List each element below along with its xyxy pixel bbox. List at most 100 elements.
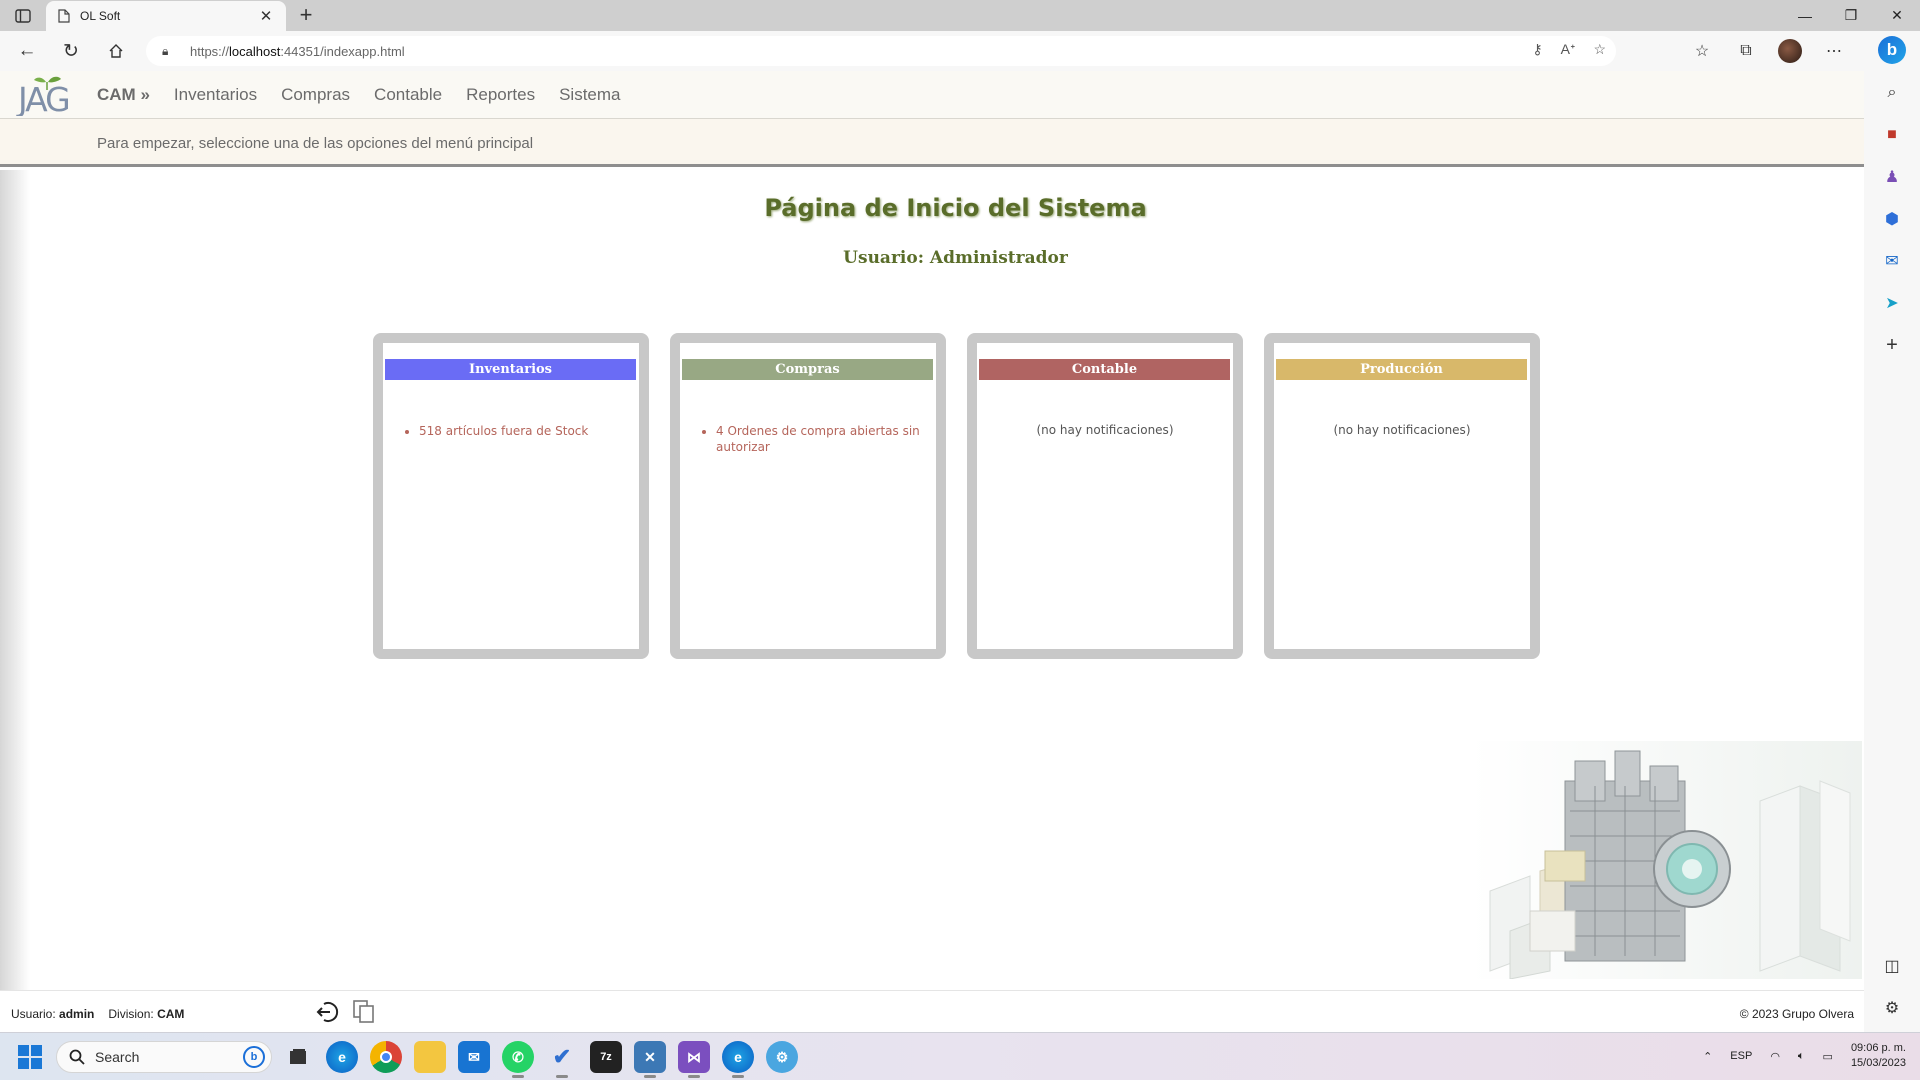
chevron-up-icon[interactable]: ⌃ bbox=[1703, 1050, 1712, 1063]
close-window-icon[interactable]: ✕ bbox=[1874, 0, 1920, 31]
new-tab-icon[interactable]: + bbox=[294, 4, 318, 28]
tools-icon[interactable]: ■ bbox=[1880, 123, 1904, 147]
page-viewport: JAG CAM » Inventarios Compras Contable R… bbox=[0, 71, 1864, 1032]
edge-icon[interactable]: e bbox=[326, 1041, 358, 1073]
bing-chat-icon[interactable]: b bbox=[1878, 36, 1906, 64]
no-notifications-text: (no hay notificaciones) bbox=[1036, 423, 1174, 437]
browser-toolbar: ☆ ⧉ ⋯ bbox=[1690, 39, 1846, 63]
menu-item-inventarios[interactable]: Inventarios bbox=[174, 85, 257, 105]
back-icon[interactable]: ← bbox=[14, 39, 40, 63]
url-host: localhost bbox=[229, 43, 281, 59]
card-header: Inventarios bbox=[385, 359, 636, 380]
restore-icon[interactable]: ❐ bbox=[1828, 0, 1874, 31]
menu-item-sistema[interactable]: Sistema bbox=[559, 85, 620, 105]
copyright: © 2023 Grupo Olvera bbox=[1739, 1007, 1854, 1021]
read-aloud-icon[interactable]: Aᐩ bbox=[1561, 41, 1576, 58]
notification-item[interactable]: 4 Ordenes de compra abiertas sin autoriz… bbox=[716, 423, 924, 455]
language-indicator[interactable]: ESP bbox=[1730, 1050, 1752, 1062]
no-notifications-text: (no hay notificaciones) bbox=[1333, 423, 1471, 437]
edge-sidebar: b ⌕ ■ ♟ ⬢ ✉ ➤ + ◫ ⚙ bbox=[1864, 31, 1920, 1032]
file-explorer-icon[interactable] bbox=[414, 1041, 446, 1073]
volume-icon[interactable]: 🔈︎ bbox=[1798, 1050, 1805, 1063]
menu-item-compras[interactable]: Compras bbox=[281, 85, 350, 105]
lock-icon[interactable]: 🔒︎ bbox=[162, 44, 176, 59]
url-bar[interactable]: 🔒︎ https://localhost:44351/indexapp.html… bbox=[146, 36, 1616, 66]
card-notifications: 4 Ordenes de compra abiertas sin autoriz… bbox=[680, 423, 936, 455]
chrome-icon[interactable] bbox=[370, 1041, 402, 1073]
status-left: Usuario: admin Division: CAM bbox=[11, 1007, 184, 1021]
card-header: Compras bbox=[682, 359, 933, 380]
search-icon bbox=[69, 1049, 85, 1065]
home-icon[interactable] bbox=[103, 39, 129, 63]
hide-sidebar-icon[interactable]: ◫ bbox=[1880, 954, 1904, 978]
app-header: JAG CAM » Inventarios Compras Contable R… bbox=[0, 71, 1864, 119]
copy-icon[interactable] bbox=[353, 1000, 375, 1024]
url-path: :44351/indexapp.html bbox=[280, 43, 405, 59]
7zip-icon[interactable]: 7z bbox=[590, 1041, 622, 1073]
network-app-icon[interactable]: ⚙ bbox=[766, 1041, 798, 1073]
minimize-icon[interactable]: — bbox=[1782, 0, 1828, 31]
user-label: Usuario: bbox=[11, 1007, 56, 1021]
add-favorite-icon[interactable]: ☆ bbox=[1593, 41, 1606, 58]
close-tab-icon[interactable]: ✕ bbox=[258, 7, 274, 25]
wifi-icon[interactable]: ◠ bbox=[1770, 1050, 1780, 1063]
tab-actions-icon[interactable] bbox=[12, 6, 34, 26]
visual-studio-icon[interactable]: ⋈ bbox=[678, 1041, 710, 1078]
clock-time: 09:06 p. m. bbox=[1850, 1042, 1906, 1054]
profile-avatar[interactable] bbox=[1778, 39, 1802, 63]
favorites-icon[interactable]: ☆ bbox=[1690, 39, 1714, 63]
battery-icon[interactable]: ▭ bbox=[1823, 1050, 1833, 1063]
logout-icon[interactable] bbox=[315, 1000, 339, 1024]
refresh-icon[interactable]: ↻ bbox=[58, 39, 84, 63]
add-sidebar-app-icon[interactable]: + bbox=[1880, 333, 1904, 357]
more-options-icon[interactable]: ⋯ bbox=[1822, 39, 1846, 63]
page-user: Usuario: Administrador bbox=[843, 248, 1068, 268]
page-title: Página de Inicio del Sistema bbox=[764, 194, 1147, 222]
games-icon[interactable]: ♟ bbox=[1880, 165, 1904, 189]
subheader-text: Para empezar, seleccione una de las opci… bbox=[97, 135, 534, 152]
clock-date: 15/03/2023 bbox=[1850, 1057, 1906, 1069]
notification-item[interactable]: 518 artículos fuera de Stock bbox=[419, 423, 627, 439]
start-icon[interactable] bbox=[18, 1045, 42, 1069]
key-icon[interactable]: ⚷ bbox=[1532, 41, 1542, 58]
office-icon[interactable]: ⬢ bbox=[1880, 207, 1904, 231]
search-icon[interactable]: ⌕ bbox=[1880, 81, 1904, 105]
whatsapp-icon[interactable]: ✆ bbox=[502, 1041, 534, 1078]
tools-app-icon[interactable]: ✕ bbox=[634, 1041, 666, 1078]
drop-icon[interactable]: ➤ bbox=[1880, 291, 1904, 315]
menu-item-reportes[interactable]: Reportes bbox=[466, 85, 535, 105]
svg-text:JAG: JAG bbox=[16, 80, 69, 116]
url-protocol: https:// bbox=[190, 43, 230, 59]
machine-illustration bbox=[1470, 741, 1862, 979]
division-value: CAM bbox=[157, 1007, 185, 1021]
system-tray: ⌃ ESP ◠ 🔈︎ ▭ 09:06 p. m. 15/03/2023 bbox=[1703, 1041, 1906, 1071]
taskbar-search[interactable]: Search b bbox=[56, 1041, 272, 1073]
status-division: Division: CAM bbox=[108, 1007, 184, 1021]
edge-running-icon[interactable]: e bbox=[722, 1041, 754, 1078]
card-produccion: Producción (no hay notificaciones) bbox=[1264, 333, 1540, 659]
outlook-icon[interactable]: ✉ bbox=[1880, 249, 1904, 273]
left-shade bbox=[0, 170, 30, 990]
menu-item-contable[interactable]: Contable bbox=[374, 85, 442, 105]
status-bar: Usuario: admin Division: CAM © 2023 Grup… bbox=[0, 990, 1864, 1032]
card-contable: Contable (no hay notificaciones) bbox=[967, 333, 1243, 659]
card-header: Contable bbox=[979, 359, 1230, 380]
collections-icon[interactable]: ⧉ bbox=[1734, 39, 1758, 63]
clock[interactable]: 09:06 p. m. 15/03/2023 bbox=[1851, 1041, 1906, 1071]
main-menu: CAM » Inventarios Compras Contable Repor… bbox=[97, 85, 621, 105]
todo-icon[interactable]: ✔ bbox=[546, 1041, 578, 1078]
address-bar-row: ← ↻ 🔒︎ https://localhost:44351/indexapp.… bbox=[0, 31, 1920, 71]
taskbar-apps: e ✉ ✆ ✔ 7z ✕ ⋈ e ⚙ bbox=[282, 1041, 798, 1078]
task-view-icon[interactable] bbox=[282, 1041, 314, 1073]
taskbar: Search b e ✉ ✆ ✔ 7z ✕ ⋈ e ⚙ ⌃ ESP ◠ 🔈︎ ▭… bbox=[0, 1032, 1920, 1080]
browser-tab[interactable]: OL Soft ✕ bbox=[46, 1, 286, 31]
card-inventarios: Inventarios 518 artículos fuera de Stock bbox=[373, 333, 649, 659]
bing-icon: b bbox=[243, 1046, 265, 1068]
window-controls: — ❐ ✕ bbox=[1782, 0, 1920, 31]
sidebar-settings-icon[interactable]: ⚙ bbox=[1880, 996, 1904, 1020]
status-user: Usuario: admin bbox=[11, 1007, 94, 1021]
subheader: Para empezar, seleccione una de las opci… bbox=[0, 119, 1864, 167]
card-notifications: 518 artículos fuera de Stock bbox=[383, 423, 639, 439]
mail-icon[interactable]: ✉ bbox=[458, 1041, 490, 1073]
menu-brand[interactable]: CAM » bbox=[97, 85, 150, 105]
